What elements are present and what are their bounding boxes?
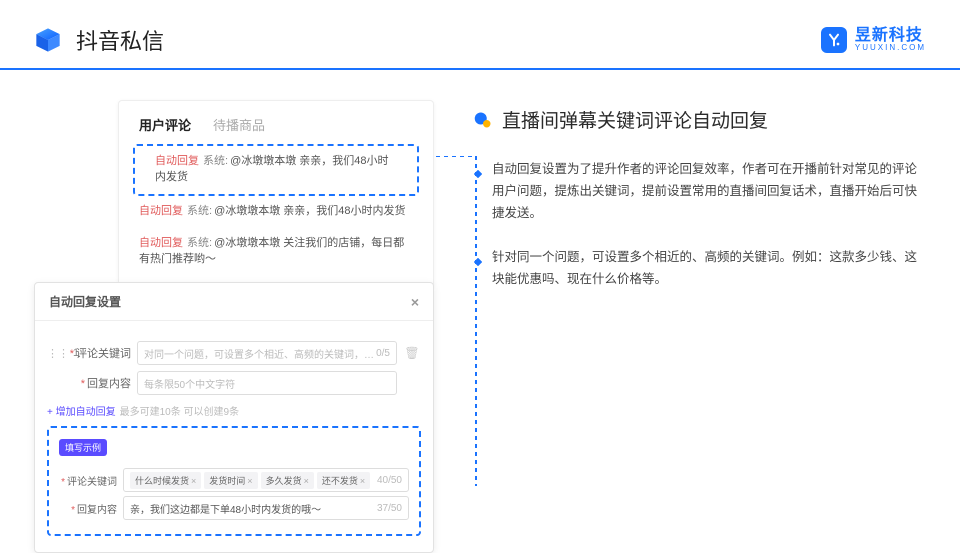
chat-bubble-icon xyxy=(474,111,492,129)
tab-user-comments[interactable]: 用户评论 xyxy=(139,115,191,134)
keyword-tag[interactable]: 多久发货× xyxy=(261,472,314,489)
bullet-1: 自动回复设置为了提升作者的评论回复效率，作者可在开播前针对常见的评论用户问题，提… xyxy=(492,159,926,225)
section-title: 直播间弹幕关键词评论自动回复 xyxy=(502,106,768,133)
example-box: 填写示例 评论关键词 什么时候发货×发货时间×多久发货×还不发货× 40/50 … xyxy=(47,426,421,536)
comment-panel: 用户评论 待播商品 自动回复系统:@冰墩墩本墩 亲亲，我们48小时内发货 自动回… xyxy=(118,100,434,287)
keyword-tag[interactable]: 什么时候发货× xyxy=(130,472,201,489)
auto-reply-label: 自动回复 xyxy=(155,155,199,167)
keyword-placeholder: 对同一个问题，可设置多个相近、高频的关键词，Tag确定，最多5个 xyxy=(144,346,376,361)
page-title: 抖音私信 xyxy=(76,24,821,56)
content-label: 回复内容 xyxy=(67,375,131,391)
keyword-counter: 0/5 xyxy=(376,348,390,359)
comment-item-2: 自动回复系统:@冰墩墩本墩 关注我们的店铺，每日都有热门推荐哟～ xyxy=(119,228,433,276)
example-content-input[interactable]: 亲，我们这边都是下单48小时内发货的哦～ 37/50 xyxy=(123,496,409,520)
close-icon[interactable]: × xyxy=(411,294,419,310)
content-input[interactable]: 每条限50个中文字符 xyxy=(137,371,397,395)
auto-reply-label: 自动回复 xyxy=(139,205,183,217)
example-keyword-label: 评论关键词 xyxy=(59,473,117,488)
add-hint: 最多可建10条 可以创建9条 xyxy=(120,403,239,418)
example-content-label: 回复内容 xyxy=(59,501,117,516)
auto-reply-label: 自动回复 xyxy=(139,237,183,249)
example-content: 亲，我们这边都是下单48小时内发货的哦～ xyxy=(130,501,321,516)
keyword-input[interactable]: 对同一个问题，可设置多个相近、高频的关键词，Tag确定，最多5个 0/5 xyxy=(137,341,397,365)
system-label: 系统: xyxy=(203,155,228,167)
brand-name: 昱新科技 xyxy=(855,28,926,44)
keyword-tag[interactable]: 发货时间× xyxy=(204,472,257,489)
row-number: ⋮⋮1 xyxy=(47,347,67,360)
keyword-tag[interactable]: 还不发货× xyxy=(317,472,370,489)
dialog-title: 自动回复设置 xyxy=(49,293,121,310)
auto-reply-settings-dialog: 自动回复设置 × ⋮⋮1 评论关键词 对同一个问题，可设置多个相近、高频的关键词… xyxy=(34,282,434,553)
delete-icon[interactable]: 🗑 xyxy=(403,346,421,360)
content-placeholder: 每条限50个中文字符 xyxy=(144,376,235,391)
example-keyword-input[interactable]: 什么时候发货×发货时间×多久发货×还不发货× 40/50 xyxy=(123,468,409,492)
keyword-label: 评论关键词 xyxy=(67,345,131,361)
system-label: 系统: xyxy=(187,237,212,249)
brand-sub: YUUXIN.COM xyxy=(855,44,926,52)
connector-line xyxy=(428,156,488,496)
add-auto-reply-link[interactable]: + 增加自动回复 xyxy=(47,403,116,418)
example-kw-counter: 40/50 xyxy=(377,475,402,486)
example-tag: 填写示例 xyxy=(59,439,107,456)
system-label: 系统: xyxy=(187,205,212,217)
cube-icon xyxy=(34,26,62,54)
tab-pending-products[interactable]: 待播商品 xyxy=(213,115,265,134)
brand-logo: 昱新科技 YUUXIN.COM xyxy=(821,27,926,53)
comment-text: @冰墩墩本墩 亲亲，我们48小时内发货 xyxy=(214,205,405,217)
example-counter: 37/50 xyxy=(377,503,402,514)
comment-item-0: 自动回复系统:@冰墩墩本墩 亲亲，我们48小时内发货 xyxy=(133,144,419,196)
brand-icon xyxy=(821,27,847,53)
example-tags: 什么时候发货×发货时间×多久发货×还不发货× xyxy=(130,472,373,489)
comment-item-1: 自动回复系统:@冰墩墩本墩 亲亲，我们48小时内发货 xyxy=(119,196,433,228)
bullet-2: 针对同一个问题，可设置多个相近的、高频的关键词。例如：这款多少钱、这块能优惠吗、… xyxy=(492,247,926,291)
